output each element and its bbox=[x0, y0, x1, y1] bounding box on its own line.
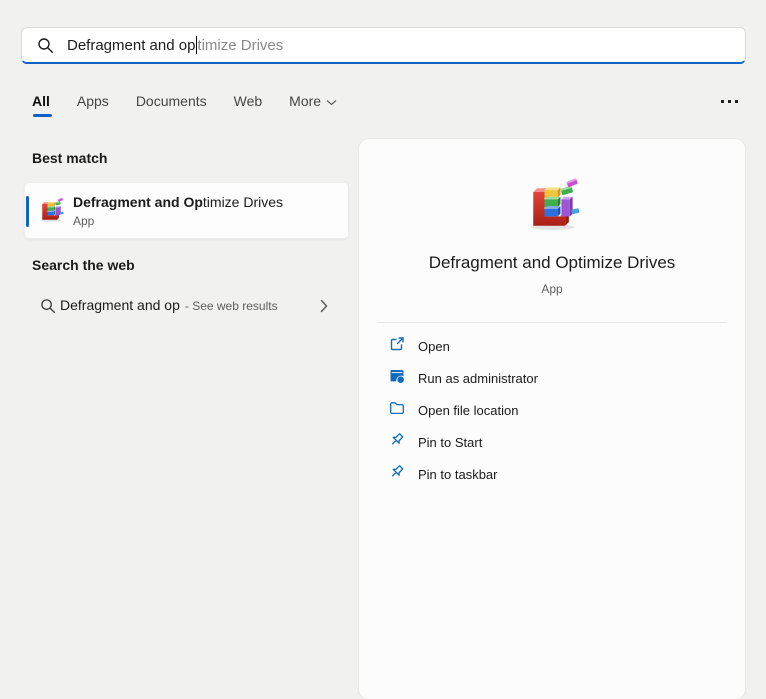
search-icon bbox=[40, 298, 56, 319]
divider bbox=[377, 322, 727, 323]
selected-tab-indicator bbox=[33, 114, 52, 117]
tab-all[interactable]: All bbox=[32, 93, 50, 111]
search-icon bbox=[37, 37, 54, 54]
tab-web[interactable]: Web bbox=[234, 93, 263, 111]
more-options-button[interactable] bbox=[716, 92, 742, 110]
pin-icon bbox=[389, 464, 405, 485]
best-match-result[interactable]: Defragment and Optimize Drives App bbox=[24, 182, 349, 239]
chevron-down-icon bbox=[326, 93, 337, 109]
tab-documents[interactable]: Documents bbox=[136, 93, 207, 111]
search-query-suggestion: timize Drives bbox=[197, 36, 284, 54]
pin-icon bbox=[389, 432, 405, 453]
tab-apps[interactable]: Apps bbox=[77, 93, 109, 111]
run-as-admin-icon bbox=[389, 368, 405, 389]
preview-type: App bbox=[541, 282, 563, 296]
search-query-typed: Defragment and op bbox=[67, 36, 196, 54]
selection-accent-bar bbox=[26, 196, 29, 227]
result-title: Defragment and Optimize Drives bbox=[73, 194, 284, 210]
action-open-file-location[interactable]: Open file location bbox=[359, 394, 745, 426]
search-input[interactable]: Defragment and op timize Drives bbox=[21, 27, 746, 64]
web-search-suggestion[interactable]: Defragment and op - See web results bbox=[24, 287, 349, 325]
search-query-text: Defragment and op timize Drives bbox=[67, 36, 283, 54]
defrag-app-icon-large bbox=[522, 177, 582, 237]
action-pin-to-taskbar[interactable]: Pin to taskbar bbox=[359, 458, 745, 490]
folder-icon bbox=[389, 400, 405, 421]
action-list: Open Run as administrator Open file loca… bbox=[359, 330, 745, 490]
action-open[interactable]: Open bbox=[359, 330, 745, 362]
web-suggestion-hint: - See web results bbox=[184, 299, 278, 313]
defrag-app-icon bbox=[37, 197, 65, 225]
action-run-as-administrator[interactable]: Run as administrator bbox=[359, 362, 745, 394]
open-external-icon bbox=[389, 336, 405, 357]
preview-title: Defragment and Optimize Drives bbox=[428, 253, 676, 272]
search-filter-tabs: All Apps Documents Web More bbox=[32, 93, 337, 111]
action-pin-to-start[interactable]: Pin to Start bbox=[359, 426, 745, 458]
result-preview-panel: Defragment and Optimize Drives App Open bbox=[359, 139, 745, 699]
web-suggestion-text: Defragment and op - See web results bbox=[60, 297, 278, 313]
ellipsis-icon bbox=[720, 99, 724, 103]
best-match-heading: Best match bbox=[32, 150, 108, 166]
chevron-right-icon bbox=[320, 299, 328, 318]
tab-more[interactable]: More bbox=[289, 93, 337, 111]
result-type: App bbox=[73, 214, 95, 228]
search-web-heading: Search the web bbox=[32, 257, 135, 273]
